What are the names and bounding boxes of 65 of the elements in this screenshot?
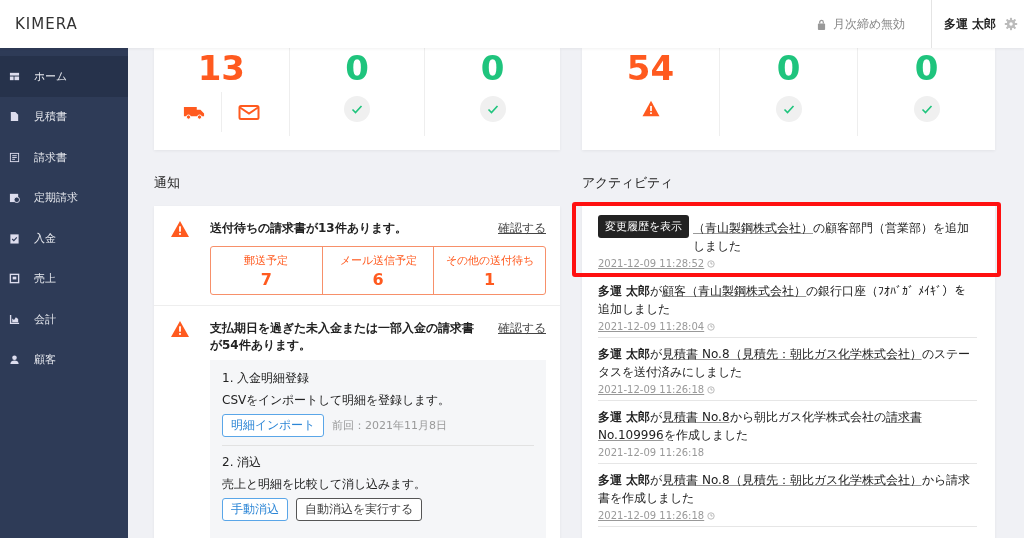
secondary-button[interactable]: 自動消込を実行する xyxy=(296,498,422,521)
count-value: 0 xyxy=(480,50,505,86)
lock-icon xyxy=(816,18,826,30)
breakdown-count: 6 xyxy=(372,270,384,289)
document-icon xyxy=(9,111,20,123)
timestamp: 2021-12-09 11:26:18 xyxy=(598,447,705,458)
clock-icon[interactable] xyxy=(707,511,716,520)
dashboard-icon xyxy=(9,70,20,82)
sidebar-item[interactable]: 入金 xyxy=(0,218,128,259)
clipboard-icon xyxy=(9,232,20,244)
person-icon xyxy=(9,354,20,366)
breakdown-label: その他の送付待ち xyxy=(445,253,534,268)
sidebar-item[interactable]: 見積書 xyxy=(0,96,128,137)
notification-message: 支払期日を過ぎた未入金または一部入金の請求書が54件あります。 xyxy=(210,320,475,354)
confirm-link[interactable]: 確認する xyxy=(498,320,546,337)
clock-icon[interactable] xyxy=(707,385,716,394)
mail-icon xyxy=(237,103,260,121)
check-icon xyxy=(479,96,506,122)
check-icon xyxy=(344,96,370,122)
breakdown-label: メール送信予定 xyxy=(339,253,417,268)
primary-button[interactable]: 明細インポート xyxy=(222,414,324,437)
warning-icon xyxy=(170,220,190,238)
section-title: アクティビティ xyxy=(582,174,674,192)
step-description: 売上と明細を比較して消し込みます。 xyxy=(222,476,427,493)
count-value: 54 xyxy=(626,50,675,86)
sidebar-item[interactable]: 定期請求 xyxy=(0,177,128,218)
count-value: 13 xyxy=(197,50,245,86)
step-title: 1. 入金明細登録 xyxy=(222,370,311,387)
last-run-note: 前回：2021年11月8日 xyxy=(332,418,447,433)
warning-icon xyxy=(170,320,190,338)
notification-message: 送付待ちの請求書が13件あります。 xyxy=(210,220,407,237)
monthly-closing-status: 月次締め無効 xyxy=(832,15,905,33)
activity-entry: 多運 太郎が見積書 No.8から朝比ガス化学株式会社の請求書 No.109996を作成しました xyxy=(598,409,923,444)
count-value: 0 xyxy=(345,50,369,86)
app-logo: KIMERA xyxy=(15,15,78,33)
user-menu[interactable]: 多運 太郎 xyxy=(943,15,996,33)
sidebar-item[interactable]: 会計 xyxy=(0,299,128,340)
activity-entry: （青山製鋼株式会社）の顧客部門（営業部）を追加しました xyxy=(693,220,970,255)
step-description: CSVをインポートして明細を登録します。 xyxy=(222,392,452,409)
confirm-link[interactable]: 確認する xyxy=(498,220,546,237)
chart-icon xyxy=(9,313,20,325)
check-icon xyxy=(775,96,802,122)
sidebar-item[interactable]: 請求書 xyxy=(0,137,128,178)
screen-icon xyxy=(9,273,20,285)
list-icon xyxy=(9,151,20,163)
clock-icon[interactable] xyxy=(707,322,716,331)
sidebar-item[interactable]: 顧客 xyxy=(0,339,128,380)
breakdown-label: 郵送予定 xyxy=(244,253,289,268)
tooltip: 変更履歴を表示 xyxy=(598,215,689,238)
sidebar-item[interactable]: 売上 xyxy=(0,258,128,299)
section-title: 通知 xyxy=(154,174,181,192)
activity-entry: 多運 太郎が見積書 No.8（見積先：朝比ガス化学株式会社）から請求書を作成しました xyxy=(598,472,971,507)
check-icon xyxy=(913,96,940,122)
clock-icon[interactable] xyxy=(707,259,716,268)
breakdown-count: 7 xyxy=(260,270,272,289)
count-value: 0 xyxy=(776,50,801,86)
breakdown-count: 1 xyxy=(484,270,496,289)
settings-icon[interactable] xyxy=(1004,17,1018,31)
primary-button[interactable]: 手動消込 xyxy=(222,498,288,521)
calendar-icon xyxy=(9,192,20,204)
step-title: 2. 消込 xyxy=(222,454,263,471)
activity-entry: 多運 太郎が顧客（青山製鋼株式会社）の銀行口座（ﾌｵﾊﾞｶﾞ ﾒｲｷﾞ）を追加しました xyxy=(598,283,967,318)
count-value: 0 xyxy=(914,50,939,86)
sidebar-item[interactable]: ホーム xyxy=(0,56,128,97)
activity-entry: 多運 太郎が見積書 No.8（見積先：朝比ガス化学株式会社）のステータスを送付済みにしました xyxy=(598,346,971,381)
